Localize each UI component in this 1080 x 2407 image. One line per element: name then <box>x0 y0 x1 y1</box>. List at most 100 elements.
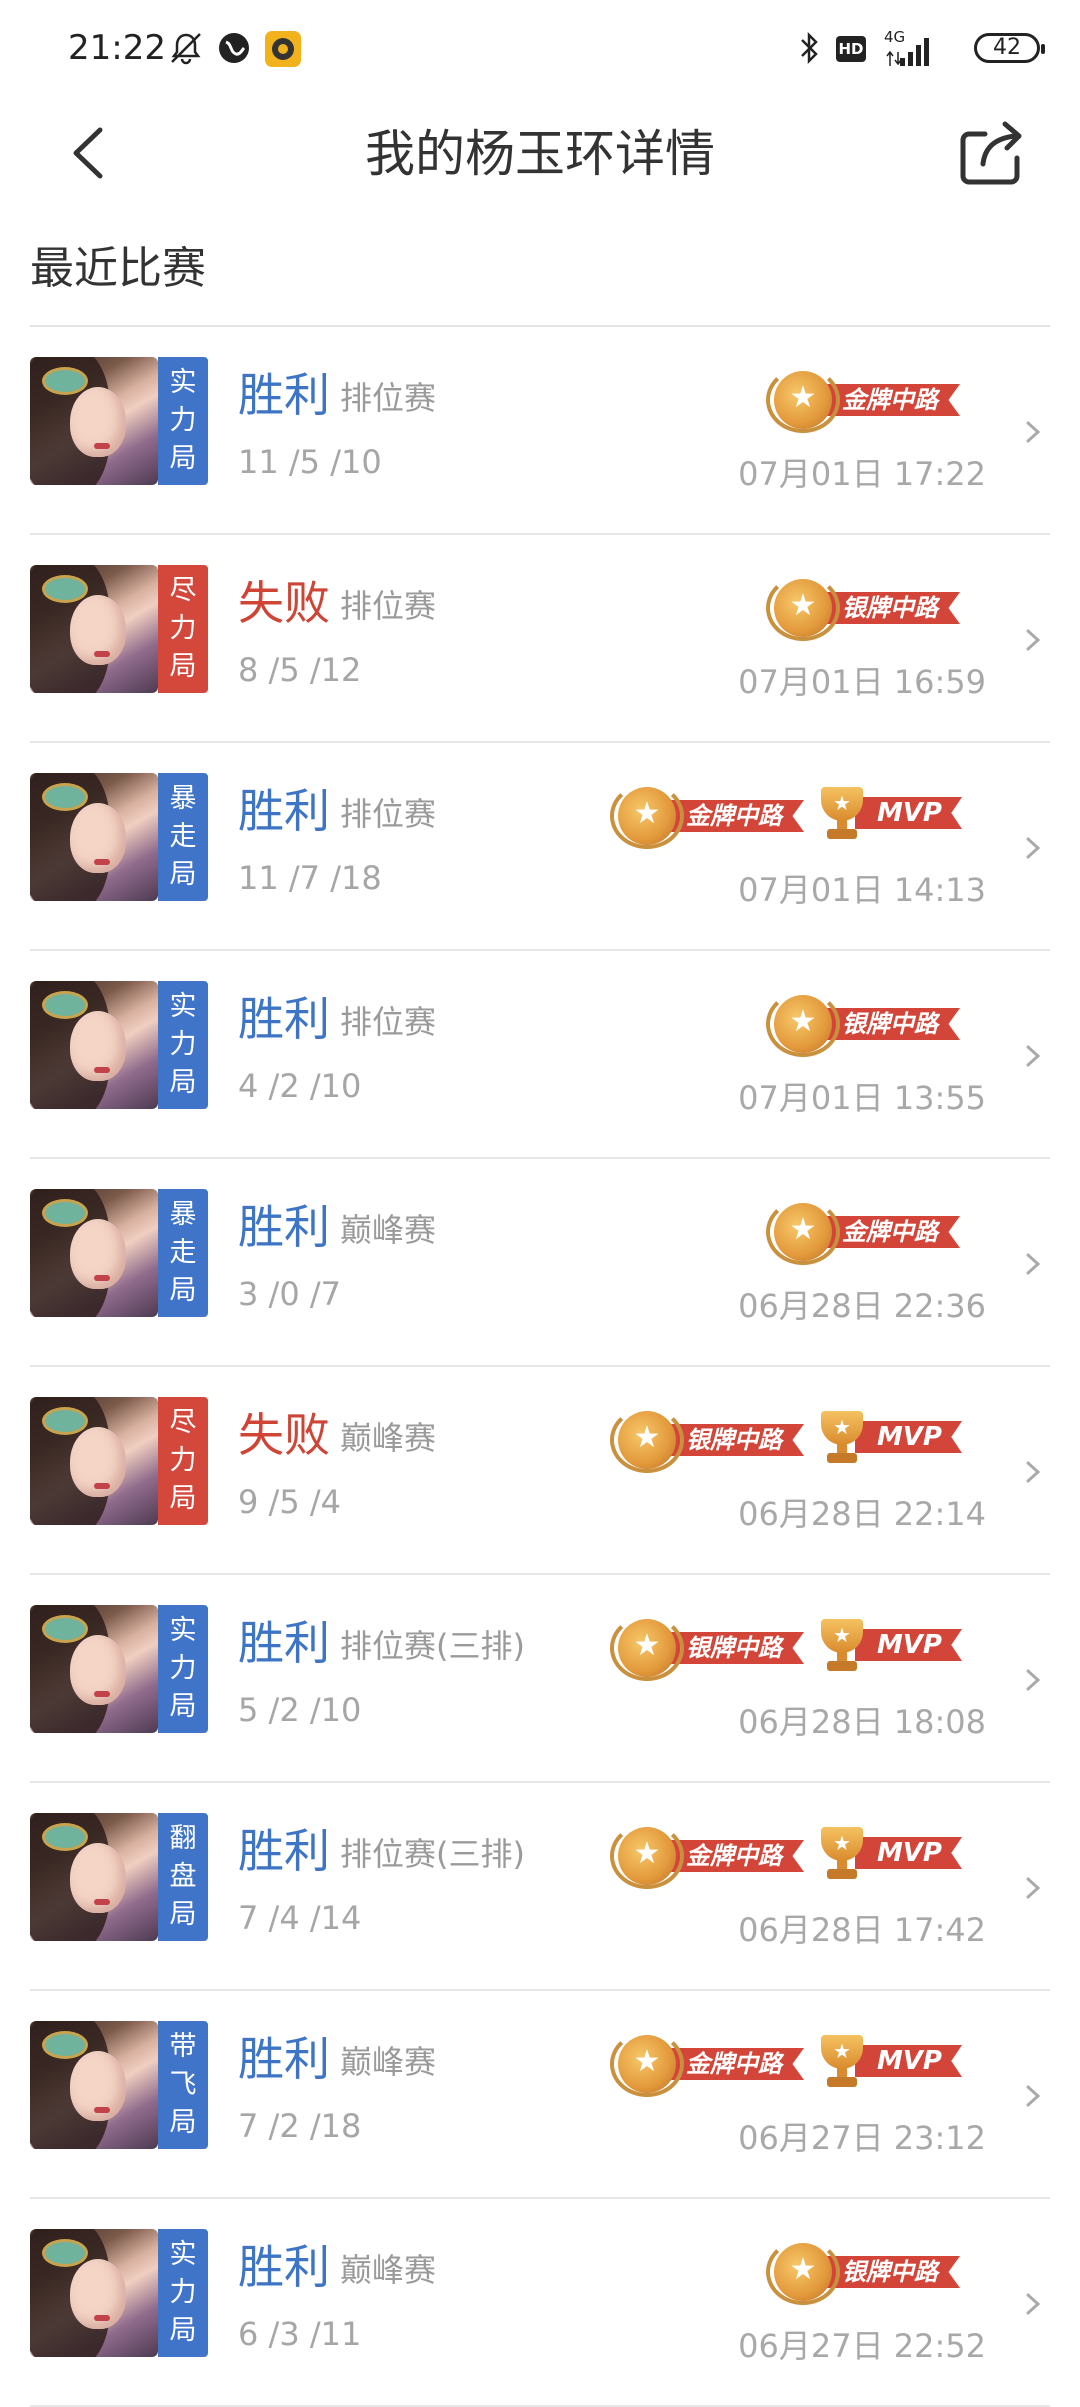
match-date: 06月28日 17:42 <box>738 1911 986 1949</box>
tag-char: 翻 <box>169 1823 197 1854</box>
mvp-label: MVP <box>854 1629 962 1661</box>
hero-avatar <box>30 1605 158 1733</box>
match-tag: 实力局 <box>158 981 208 1109</box>
match-tag: 尽力局 <box>158 565 208 693</box>
bluetooth-icon <box>801 31 818 65</box>
match-row[interactable]: 实力局 胜利 巅峰赛 6 /3 /11 ★ 银牌中路 06月27日 22:52 <box>30 2199 1050 2407</box>
match-tag: 实力局 <box>158 357 208 485</box>
match-kda: 11 /7 /18 <box>238 859 382 897</box>
match-result: 胜利 <box>238 2032 330 2086</box>
hero-avatar <box>30 1813 158 1941</box>
hero-avatar <box>30 2229 158 2357</box>
match-mode: 排位赛 <box>340 1003 437 1041</box>
medal-badge: ★ 银牌中路 <box>610 1615 804 1681</box>
medal-badge: ★ 金牌中路 <box>610 783 804 849</box>
share-button[interactable] <box>955 114 1031 190</box>
hero-avatar <box>30 1397 158 1525</box>
chevron-right-icon[interactable] <box>1022 1873 1044 1911</box>
tag-char: 实 <box>169 367 197 398</box>
chevron-right-icon[interactable] <box>1022 2081 1044 2119</box>
status-time: 21:22 <box>68 28 166 68</box>
match-date: 07月01日 14:13 <box>738 871 986 909</box>
trophy-icon: ★ <box>815 1825 869 1881</box>
match-row[interactable]: 暴走局 胜利 巅峰赛 3 /0 /7 ★ 金牌中路 06月28日 22:36 <box>30 1159 1050 1367</box>
match-kda: 4 /2 /10 <box>238 1067 362 1105</box>
match-result: 胜利 <box>238 1200 330 1254</box>
tag-char: 尽 <box>169 1407 197 1438</box>
tag-char: 带 <box>169 2031 197 2062</box>
mvp-badge: ★ MVP <box>815 1615 962 1675</box>
hd-badge: HD <box>836 36 866 62</box>
match-row[interactable]: 翻盘局 胜利 排位赛(三排) 7 /4 /14 ★ 金牌中路 ★ MVP 06月… <box>30 1783 1050 1991</box>
match-row[interactable]: 实力局 胜利 排位赛 4 /2 /10 ★ 银牌中路 07月01日 13:55 <box>30 951 1050 1159</box>
tag-char: 局 <box>169 1691 197 1722</box>
match-date: 06月27日 23:12 <box>738 2119 986 2157</box>
match-result: 胜利 <box>238 1824 330 1878</box>
match-kda: 7 /2 /18 <box>238 2107 362 2145</box>
match-result: 胜利 <box>238 2240 330 2294</box>
medal-badge: ★ 金牌中路 <box>766 1199 960 1265</box>
chevron-right-icon[interactable] <box>1022 2289 1044 2327</box>
chevron-right-icon[interactable] <box>1022 1665 1044 1703</box>
section-title: 最近比赛 <box>30 243 206 294</box>
match-result: 胜利 <box>238 368 330 422</box>
match-result: 胜利 <box>238 784 330 838</box>
match-tag: 暴走局 <box>158 1189 208 1317</box>
page-title: 我的杨玉环详情 <box>365 125 715 183</box>
match-row[interactable]: 尽力局 失败 巅峰赛 9 /5 /4 ★ 银牌中路 ★ MVP 06月28日 2… <box>30 1367 1050 1575</box>
match-tag: 翻盘局 <box>158 1813 208 1941</box>
medal-badge: ★ 银牌中路 <box>766 2239 960 2305</box>
tag-char: 力 <box>169 1653 197 1684</box>
header: 我的杨玉环详情 <box>0 100 1080 230</box>
tag-char: 暴 <box>169 783 197 814</box>
match-mode: 巅峰赛 <box>340 1211 437 1249</box>
match-date: 06月27日 22:52 <box>738 2327 986 2365</box>
medal-icon: ★ <box>610 2031 684 2097</box>
chevron-right-icon[interactable] <box>1022 833 1044 871</box>
match-row[interactable]: 尽力局 失败 排位赛 8 /5 /12 ★ 银牌中路 07月01日 16:59 <box>30 535 1050 743</box>
medal-badge: ★ 银牌中路 <box>766 991 960 1057</box>
match-tag: 带飞局 <box>158 2021 208 2149</box>
tag-char: 力 <box>169 1029 197 1060</box>
match-mode: 巅峰赛 <box>340 2251 437 2289</box>
hero-avatar <box>30 1189 158 1317</box>
medal-badge: ★ 银牌中路 <box>610 1407 804 1473</box>
medal-icon: ★ <box>610 1407 684 1473</box>
match-row[interactable]: 实力局 胜利 排位赛 11 /5 /10 ★ 金牌中路 07月01日 17:22 <box>30 327 1050 535</box>
hero-avatar <box>30 981 158 1109</box>
hero-avatar-group: 翻盘局 <box>30 1813 208 1941</box>
medal-icon: ★ <box>610 783 684 849</box>
medal-badge: ★ 金牌中路 <box>766 367 960 433</box>
hero-avatar-group: 实力局 <box>30 981 208 1109</box>
medal-icon: ★ <box>610 1823 684 1889</box>
hero-avatar <box>30 2021 158 2149</box>
tag-char: 局 <box>169 1275 197 1306</box>
trophy-icon: ★ <box>815 1409 869 1465</box>
match-row[interactable]: 实力局 胜利 排位赛(三排) 5 /2 /10 ★ 银牌中路 ★ MVP 06月… <box>30 1575 1050 1783</box>
match-date: 07月01日 13:55 <box>738 1079 986 1117</box>
hero-avatar-group: 暴走局 <box>30 773 208 901</box>
chevron-right-icon[interactable] <box>1022 417 1044 455</box>
match-mode: 巅峰赛 <box>340 2043 437 2081</box>
signal-icon <box>886 38 929 66</box>
mvp-badge: ★ MVP <box>815 1407 962 1467</box>
match-row[interactable]: 暴走局 胜利 排位赛 11 /7 /18 ★ 金牌中路 ★ MVP 07月01日… <box>30 743 1050 951</box>
chevron-right-icon[interactable] <box>1022 1457 1044 1495</box>
tag-char: 实 <box>169 1615 197 1646</box>
status-bar: 21:22 HD 4G 42 <box>0 0 1080 100</box>
mvp-badge: ★ MVP <box>815 1823 962 1883</box>
match-tag: 实力局 <box>158 2229 208 2357</box>
match-date: 06月28日 22:36 <box>738 1287 986 1325</box>
match-result: 失败 <box>238 1408 330 1462</box>
match-row[interactable]: 带飞局 胜利 巅峰赛 7 /2 /18 ★ 金牌中路 ★ MVP 06月27日 … <box>30 1991 1050 2199</box>
mvp-label: MVP <box>854 1837 962 1869</box>
tag-char: 局 <box>169 2315 197 2346</box>
chevron-right-icon[interactable] <box>1022 625 1044 663</box>
tag-char: 力 <box>169 2277 197 2308</box>
match-date: 06月28日 18:08 <box>738 1703 986 1741</box>
hero-avatar-group: 尽力局 <box>30 1397 208 1525</box>
medal-icon: ★ <box>610 1615 684 1681</box>
chevron-right-icon[interactable] <box>1022 1249 1044 1287</box>
trophy-icon: ★ <box>815 785 869 841</box>
chevron-right-icon[interactable] <box>1022 1041 1044 1079</box>
